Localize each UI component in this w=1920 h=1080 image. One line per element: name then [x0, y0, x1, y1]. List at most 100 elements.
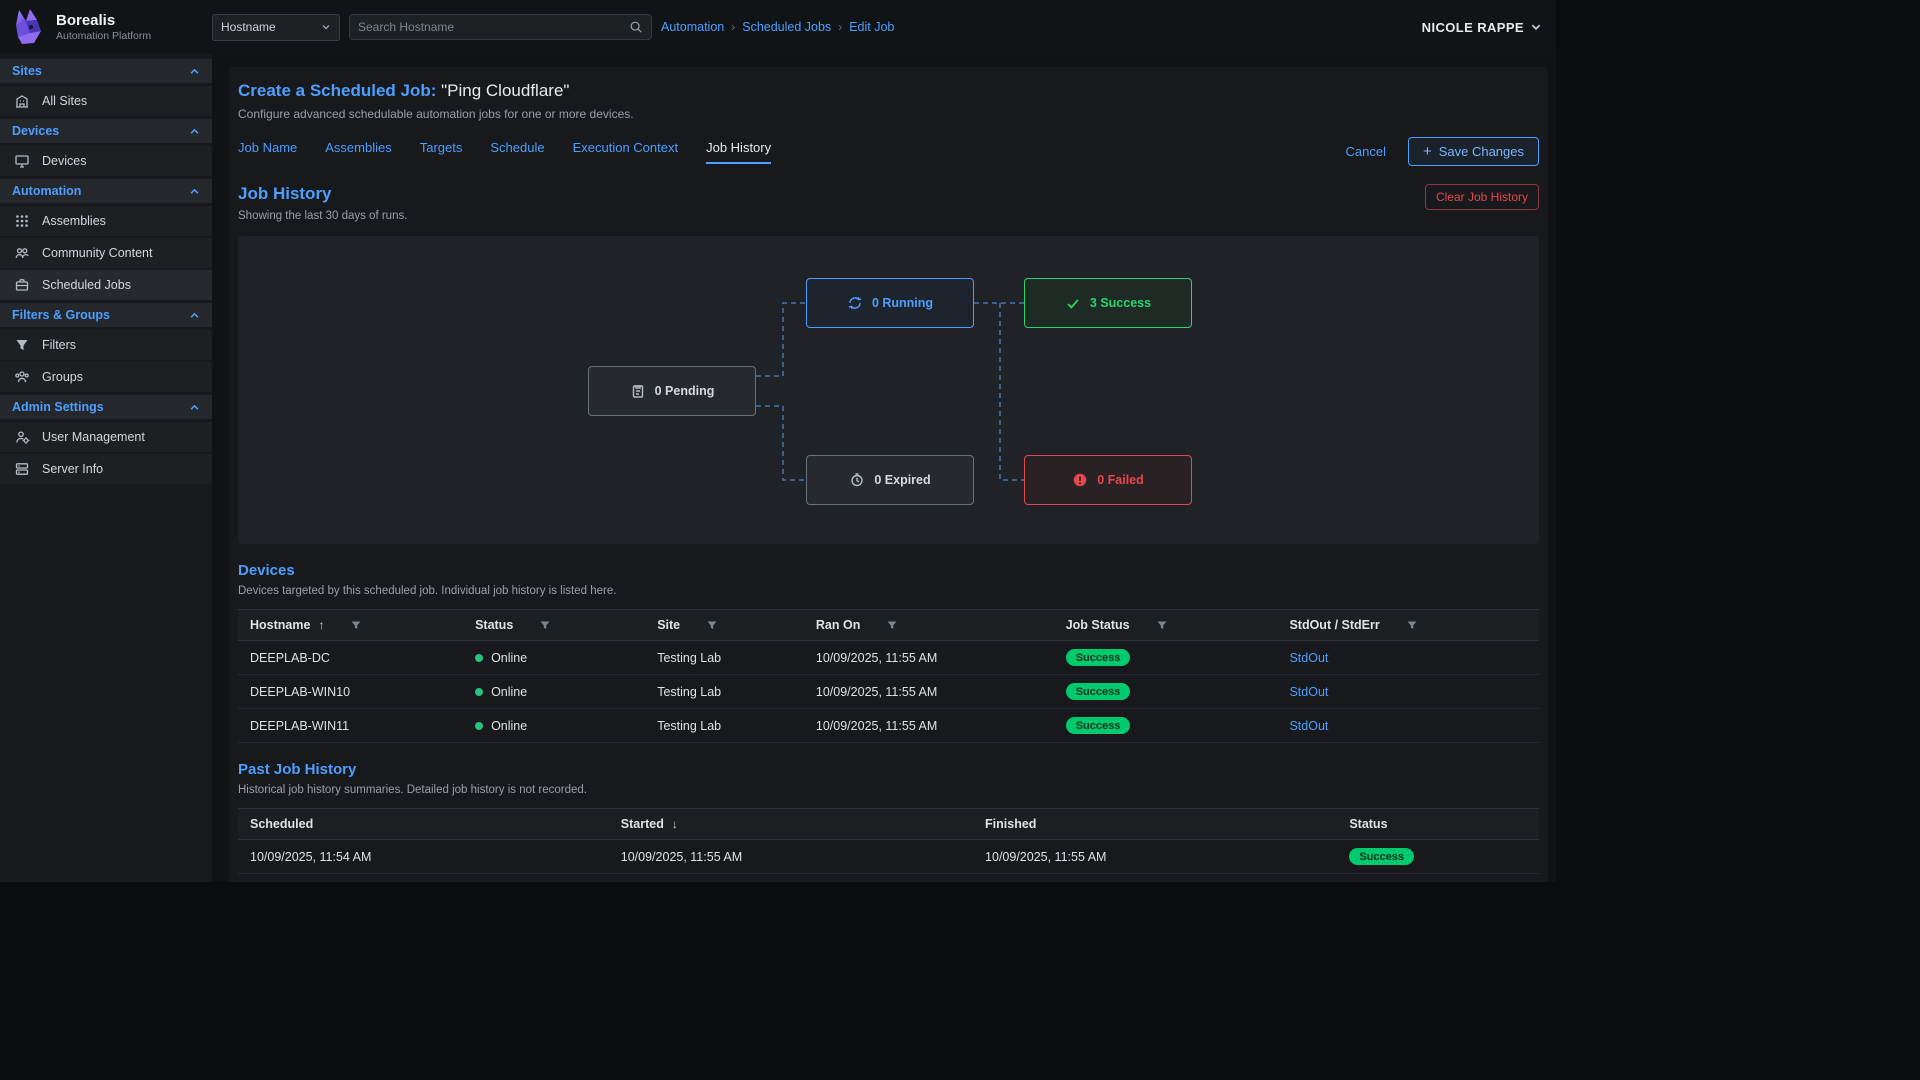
sidebar-item-filters[interactable]: Filters	[0, 330, 212, 360]
section-label: Devices	[12, 124, 59, 138]
column-filter-icon[interactable]	[886, 619, 898, 631]
hostname-select[interactable]: Hostname	[212, 14, 340, 41]
sidebar-item-community-content[interactable]: Community Content	[0, 238, 212, 268]
sidebar-item-label: All Sites	[42, 94, 87, 108]
sidebar-item-user-management[interactable]: User Management	[0, 422, 212, 452]
sidebar-item-label: Devices	[42, 154, 86, 168]
page-title-prefix: Create a Scheduled Job:	[238, 81, 436, 100]
past-job-history-table: Scheduled Started ↓ Finished Status 10/0…	[238, 808, 1539, 874]
column-label: Site	[657, 618, 680, 632]
column-header-site[interactable]: Site	[645, 610, 804, 641]
cell-hostname: DEEPLAB-WIN10	[238, 675, 463, 709]
cell-job-status: Success	[1054, 709, 1278, 743]
sidebar-section-sites[interactable]: Sites	[0, 59, 212, 83]
cancel-button[interactable]: Cancel	[1345, 144, 1385, 159]
borealis-logo-icon	[10, 7, 48, 47]
cell-status: Online	[463, 675, 645, 709]
cell-finished: 10/09/2025, 11:55 AM	[973, 840, 1337, 874]
breadcrumb-link-automation[interactable]: Automation	[661, 20, 724, 34]
sort-descending-icon[interactable]: ↓	[672, 817, 678, 831]
column-header-hostname[interactable]: Hostname ↑	[238, 610, 463, 641]
cell-status: Success	[1337, 840, 1539, 874]
past-job-history-heading: Past Job History	[238, 761, 587, 778]
tab-schedule[interactable]: Schedule	[490, 140, 544, 164]
table-row[interactable]: DEEPLAB-DC Online Testing Lab 10/09/2025…	[238, 641, 1539, 675]
column-header-ran-on[interactable]: Ran On	[804, 610, 1054, 641]
chevron-up-icon	[189, 402, 200, 413]
save-changes-button[interactable]: + Save Changes	[1408, 137, 1539, 166]
brand: Borealis Automation Platform	[0, 7, 212, 47]
job-history-subtitle: Showing the last 30 days of runs.	[238, 210, 407, 222]
tab-job-name[interactable]: Job Name	[238, 140, 297, 164]
column-header-started[interactable]: Started ↓	[609, 809, 973, 840]
brand-name: Borealis	[56, 12, 151, 29]
column-filter-icon[interactable]	[1406, 619, 1418, 631]
flow-node-label: 0 Failed	[1097, 473, 1144, 487]
sidebar-section-filters-groups[interactable]: Filters & Groups	[0, 303, 212, 327]
section-label: Filters & Groups	[12, 308, 110, 322]
check-icon	[1065, 295, 1081, 311]
edit-job-card: Create a Scheduled Job: "Ping Cloudflare…	[229, 67, 1548, 882]
devices-heading: Devices	[238, 562, 616, 579]
job-status-flow-diagram: 0 Pending 0 Running 3 Success	[238, 236, 1539, 544]
tab-execution-context[interactable]: Execution Context	[573, 140, 679, 164]
tab-assemblies[interactable]: Assemblies	[325, 140, 391, 164]
sidebar-item-devices[interactable]: Devices	[0, 146, 212, 176]
user-name: NICOLE RAPPE	[1422, 20, 1524, 35]
cell-status: Online	[463, 641, 645, 675]
online-status-dot	[475, 654, 483, 662]
search-icon[interactable]	[629, 20, 643, 34]
flow-node-failed: 0 Failed	[1024, 455, 1192, 505]
user-menu[interactable]: NICOLE RAPPE	[1422, 20, 1542, 35]
breadcrumb: Automation › Scheduled Jobs › Edit Job	[661, 20, 894, 34]
stdout-link[interactable]: StdOut	[1289, 651, 1328, 665]
column-filter-icon[interactable]	[706, 619, 718, 631]
cell-ran-on: 10/09/2025, 11:55 AM	[804, 675, 1054, 709]
column-filter-icon[interactable]	[350, 619, 362, 631]
online-status-dot	[475, 722, 483, 730]
column-filter-icon[interactable]	[1156, 619, 1168, 631]
sidebar-item-all-sites[interactable]: All Sites	[0, 86, 212, 116]
sidebar-section-admin-settings[interactable]: Admin Settings	[0, 395, 212, 419]
column-header-scheduled[interactable]: Scheduled	[238, 809, 609, 840]
server-icon	[14, 461, 30, 477]
column-header-status[interactable]: Status	[463, 610, 645, 641]
past-job-history-header: Past Job History Historical job history …	[238, 761, 1539, 796]
flow-node-label: 0 Expired	[874, 473, 930, 487]
cell-stdout: StdOut	[1277, 641, 1539, 675]
cell-site: Testing Lab	[645, 709, 804, 743]
clear-job-history-button[interactable]: Clear Job History	[1425, 184, 1539, 210]
flow-node-pending: 0 Pending	[588, 366, 756, 416]
table-row[interactable]: DEEPLAB-WIN10 Online Testing Lab 10/09/2…	[238, 675, 1539, 709]
breadcrumb-link-scheduled-jobs[interactable]: Scheduled Jobs	[742, 20, 831, 34]
column-filter-icon[interactable]	[539, 619, 551, 631]
sidebar-section-automation[interactable]: Automation	[0, 179, 212, 203]
search-input[interactable]	[358, 20, 629, 34]
status-badge: Success	[1349, 848, 1414, 865]
column-header-status[interactable]: Status	[1337, 809, 1539, 840]
column-header-finished[interactable]: Finished	[973, 809, 1337, 840]
grid-icon	[14, 213, 30, 229]
sidebar-item-assemblies[interactable]: Assemblies	[0, 206, 212, 236]
cell-status: Online	[463, 709, 645, 743]
column-header-job-status[interactable]: Job Status	[1054, 610, 1278, 641]
sort-ascending-icon[interactable]: ↑	[318, 618, 324, 632]
groups-icon	[14, 369, 30, 385]
sidebar-item-scheduled-jobs[interactable]: Scheduled Jobs	[0, 270, 212, 300]
sidebar-section-devices[interactable]: Devices	[0, 119, 212, 143]
monitor-icon	[14, 153, 30, 169]
table-row[interactable]: DEEPLAB-WIN11 Online Testing Lab 10/09/2…	[238, 709, 1539, 743]
stdout-link[interactable]: StdOut	[1289, 685, 1328, 699]
tabs-row: Job Name Assemblies Targets Schedule Exe…	[238, 137, 1539, 166]
table-row[interactable]: 10/09/2025, 11:54 AM 10/09/2025, 11:55 A…	[238, 840, 1539, 874]
sidebar-item-label: Scheduled Jobs	[42, 278, 131, 292]
tab-targets[interactable]: Targets	[420, 140, 463, 164]
column-header-stdout[interactable]: StdOut / StdErr	[1277, 610, 1539, 641]
breadcrumb-link-edit-job[interactable]: Edit Job	[849, 20, 894, 34]
flow-node-expired: 0 Expired	[806, 455, 974, 505]
status-text: Online	[491, 651, 527, 665]
sidebar-item-server-info[interactable]: Server Info	[0, 454, 212, 484]
stdout-link[interactable]: StdOut	[1289, 719, 1328, 733]
sidebar-item-groups[interactable]: Groups	[0, 362, 212, 392]
tab-job-history[interactable]: Job History	[706, 140, 771, 164]
